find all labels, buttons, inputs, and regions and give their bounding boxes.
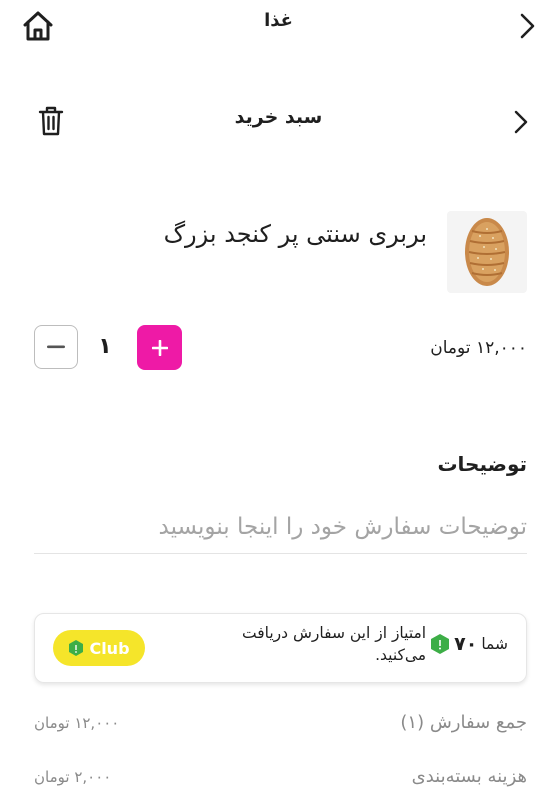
chevron-right-icon <box>520 13 535 39</box>
gem-icon <box>69 640 84 656</box>
cart-title: سبد خرید <box>234 106 323 128</box>
gem-icon <box>431 634 450 654</box>
club-prefix: شما <box>481 635 508 653</box>
minus-icon <box>47 345 65 349</box>
increase-quantity-button[interactable] <box>137 325 182 370</box>
order-total-label: جمع سفارش (۱) <box>400 712 527 733</box>
bread-image <box>465 218 509 286</box>
product-price: ۱۲,۰۰۰ تومان <box>430 338 527 358</box>
decrease-quantity-button[interactable] <box>34 325 78 369</box>
club-badge-label: Club <box>89 638 130 658</box>
cart-back-button[interactable] <box>507 106 535 138</box>
description-title: توضیحات <box>437 452 527 476</box>
quantity-value: ۱ <box>98 334 112 359</box>
description-input[interactable] <box>34 500 527 554</box>
packaging-cost-value: ۲,۰۰۰ تومان <box>34 768 112 786</box>
club-badge[interactable]: Club <box>53 630 145 666</box>
order-total-value: ۱۲,۰۰۰ تومان <box>34 714 120 732</box>
chevron-right-icon <box>514 110 528 134</box>
club-suffix: امتیاز از این سفارش دریافت می‌کنید. <box>242 624 427 664</box>
product-name: بربری سنتی پر کنجد بزرگ <box>163 220 427 248</box>
page-title: غذا <box>264 10 293 31</box>
product-image <box>447 211 527 293</box>
packaging-cost-label: هزینه بسته‌بندی <box>411 766 527 787</box>
club-message: شما ۷۰ امتیاز از این سفارش دریافت می‌کنی… <box>188 622 508 666</box>
plus-icon <box>151 339 168 356</box>
club-points: ۷۰ <box>454 633 478 655</box>
back-button[interactable] <box>513 10 541 42</box>
club-points-card: Club شما ۷۰ امتیاز از این سفارش دریافت م… <box>34 613 527 683</box>
